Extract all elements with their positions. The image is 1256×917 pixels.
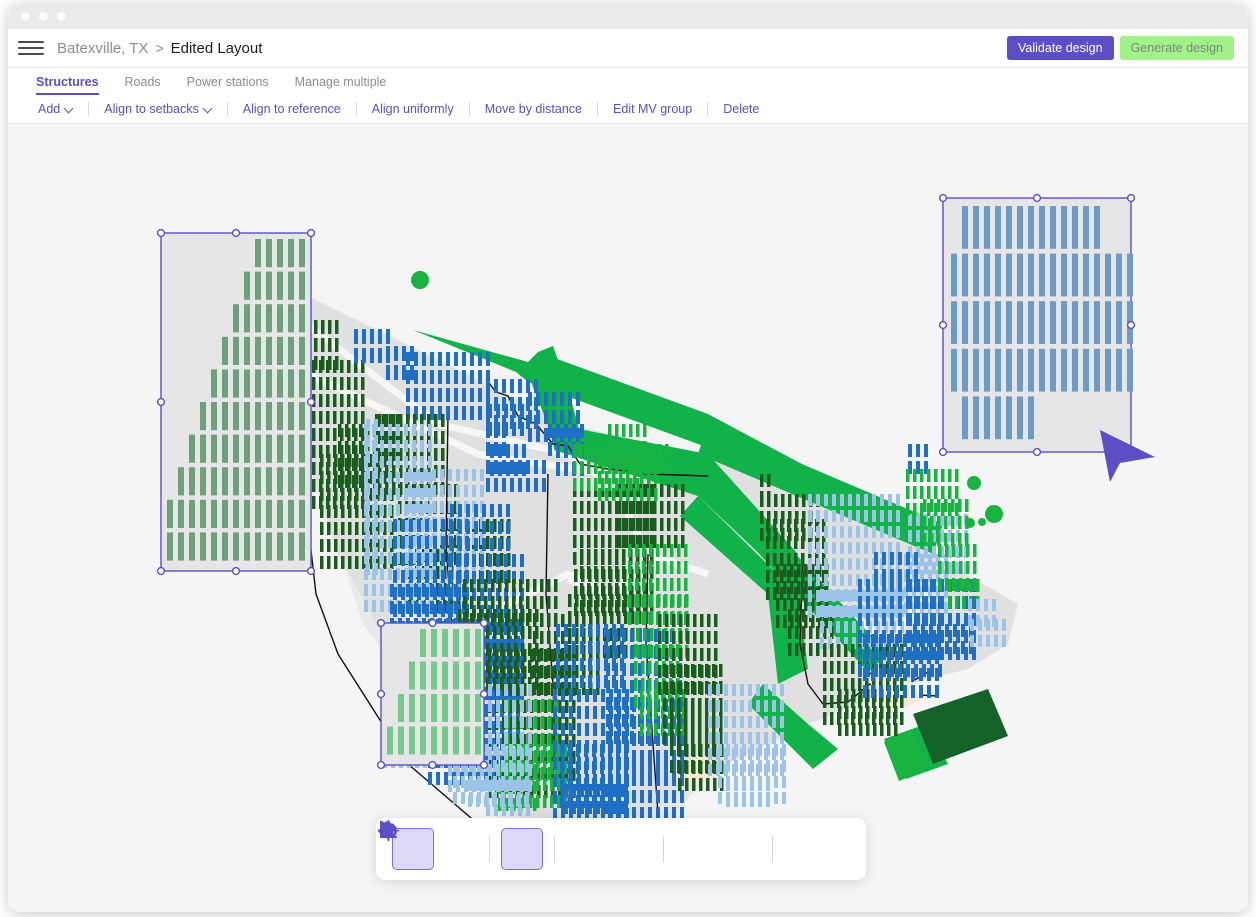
align-to-reference-action[interactable]: Align to reference (228, 102, 356, 116)
structure-block (908, 579, 976, 660)
resize-handle[interactable] (306, 228, 316, 238)
left-structure-group[interactable] (156, 228, 316, 576)
resize-handle[interactable] (156, 397, 166, 407)
validate-design-button[interactable]: Validate design (1007, 35, 1114, 61)
edit-mv-group-action[interactable]: Edit MV group (598, 102, 707, 116)
app-header: Batexville, TX > Edited Layout Validate … (8, 29, 1248, 68)
toolbar-divider (663, 836, 664, 862)
toolbar-divider (489, 836, 490, 862)
resize-handle[interactable] (1126, 320, 1136, 330)
tab-bar: Structures Roads Power stations Manage m… (8, 68, 1248, 95)
breadcrumb: Batexville, TX > Edited Layout (57, 40, 262, 57)
resize-handle[interactable] (231, 566, 241, 576)
chevron-down-icon (65, 105, 73, 113)
resize-handle[interactable] (376, 760, 386, 770)
resize-handle[interactable] (1032, 193, 1042, 203)
align-uniformly-action[interactable]: Align uniformly (357, 102, 469, 116)
window-titlebar (8, 4, 1248, 29)
tab-manage-multiple[interactable]: Manage multiple (282, 75, 400, 95)
recenter-button[interactable] (377, 819, 826, 870)
design-canvas[interactable] (8, 124, 1248, 912)
power-station-marker-0 (411, 271, 429, 289)
chevron-down-icon (204, 105, 212, 113)
resize-handle[interactable] (156, 228, 166, 238)
canvas-toolbar (376, 818, 866, 880)
resize-handle[interactable] (376, 618, 386, 628)
resize-handle[interactable] (479, 689, 489, 699)
resize-handle[interactable] (376, 689, 386, 699)
bottom-structure-group[interactable] (376, 618, 489, 770)
structure-block (726, 779, 770, 807)
rotate-shape-button[interactable] (377, 821, 717, 870)
resize-handle[interactable] (938, 320, 948, 330)
site-layout-map[interactable] (8, 124, 1248, 912)
resize-handle[interactable] (156, 566, 166, 576)
structure-block (598, 454, 658, 501)
pan-tool-button[interactable] (379, 821, 478, 870)
target-crosshair-icon (377, 819, 400, 842)
align-to-setbacks-action[interactable]: Align to setbacks (89, 102, 227, 116)
add-action[interactable]: Add (30, 102, 88, 116)
zoom-window-icon[interactable] (57, 12, 66, 21)
structure-block (908, 444, 928, 474)
resize-handle[interactable] (479, 760, 489, 770)
power-station-marker-1 (967, 476, 981, 490)
resize-handle[interactable] (231, 228, 241, 238)
minimize-window-icon[interactable] (39, 12, 48, 21)
resize-handle[interactable] (428, 760, 437, 770)
breadcrumb-current: Edited Layout (170, 39, 263, 57)
header-actions: Validate design Generate design (1007, 35, 1234, 61)
application-window: Batexville, TX > Edited Layout Validate … (8, 4, 1248, 912)
breadcrumb-separator: > (155, 40, 164, 56)
rotate-selection-button[interactable] (380, 822, 761, 870)
power-station-marker-3 (965, 518, 975, 528)
move-by-distance-action[interactable]: Move by distance (470, 102, 597, 116)
add-action-label: Add (38, 102, 61, 116)
app-root: Batexville, TX > Edited Layout Validate … (0, 0, 1256, 917)
close-window-icon[interactable] (21, 12, 30, 21)
resize-handle[interactable] (938, 447, 948, 457)
power-station-marker-4 (978, 518, 986, 526)
breadcrumb-root[interactable]: Batexville, TX (57, 40, 148, 57)
generate-design-button[interactable]: Generate design (1119, 35, 1234, 61)
resize-handle[interactable] (1126, 193, 1136, 203)
tab-power-stations[interactable]: Power stations (174, 75, 282, 95)
structure-block (658, 614, 718, 695)
window-controls (21, 12, 66, 21)
delete-action[interactable]: Delete (708, 102, 774, 116)
resize-handle[interactable] (1032, 447, 1042, 457)
action-bar: Add Align to setbacks Align to reference… (8, 95, 1248, 124)
resize-handle[interactable] (428, 618, 437, 628)
right-structure-group[interactable] (938, 193, 1136, 457)
hamburger-menu-icon[interactable] (18, 35, 44, 61)
undo-button[interactable] (380, 823, 608, 870)
resize-handle[interactable] (306, 397, 316, 407)
align-to-setbacks-label: Align to setbacks (104, 102, 199, 116)
redo-button[interactable] (380, 823, 652, 870)
toolbar-divider (554, 836, 555, 862)
measure-tool-button[interactable] (380, 820, 543, 870)
resize-handle[interactable] (479, 618, 489, 628)
resize-handle[interactable] (306, 566, 316, 576)
resize-handle[interactable] (938, 193, 948, 203)
tab-structures[interactable]: Structures (30, 75, 112, 95)
power-station-marker-2 (985, 505, 1003, 523)
tab-roads[interactable]: Roads (112, 75, 174, 95)
toolbar-divider (772, 836, 773, 862)
